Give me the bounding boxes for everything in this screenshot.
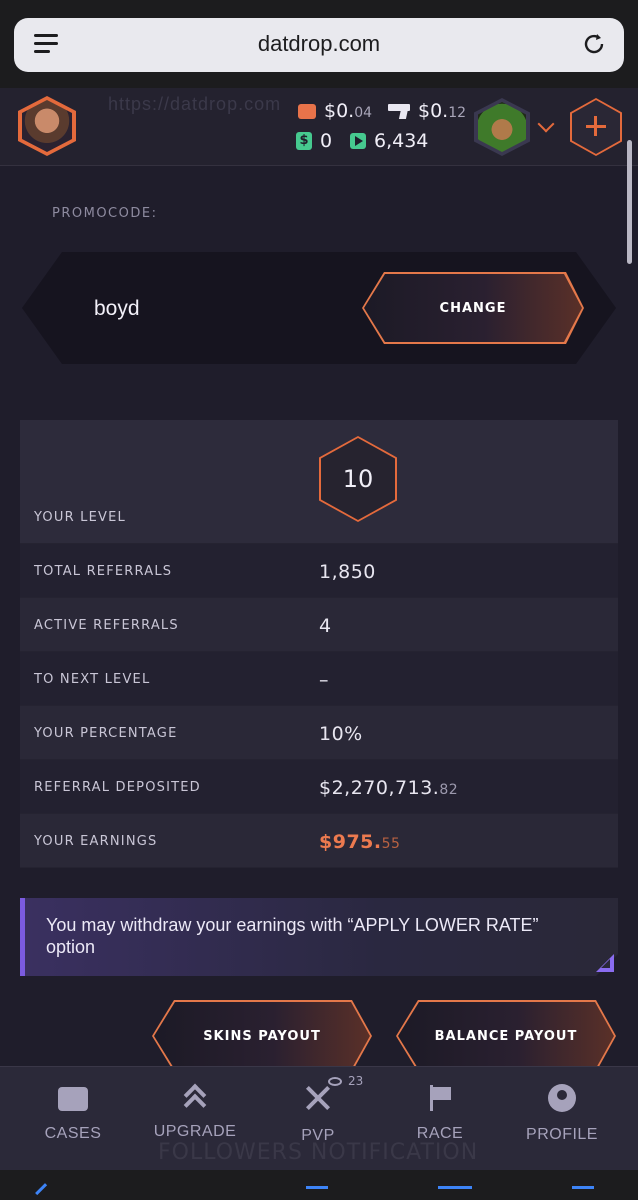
upgrade-icon [183,1083,207,1117]
scrollbar[interactable] [627,140,632,264]
balance-payout-label: BALANCE PAYOUT [398,1002,614,1070]
nav-cases[interactable]: CASES [18,1083,128,1143]
site-logo-avatar[interactable] [18,96,76,156]
share-icon[interactable] [306,1186,328,1200]
nav-label: UPGRADE [153,1123,237,1140]
ghost-url-text: https://datdrop.com [108,94,282,114]
play-icon [350,133,366,149]
stat-row-active-referrals: ACTIVE REFERRALS 4 [20,598,618,652]
race-icon [428,1085,452,1111]
nav-label: PROFILE [526,1126,598,1143]
stat-value: 10% [319,723,363,745]
withdraw-notice-text: You may withdraw your earnings with “APP… [46,915,539,957]
nav-label: CASES [44,1125,102,1142]
skins-payout-button[interactable]: SKINS PAYOUT [152,1000,372,1072]
change-button-label: CHANGE [364,274,582,342]
stat-label: YOUR PERCENTAGE [34,726,178,741]
pvp-viewers: 23 [328,1074,363,1088]
stat-label: ACTIVE REFERRALS [34,618,179,633]
wallet-icon [298,103,316,119]
stat-label: TO NEXT LEVEL [34,672,151,687]
stat-row-next-level: TO NEXT LEVEL – [20,652,618,706]
cash-count: $ 0 [296,130,332,152]
earnings-value: $975.55 [319,831,401,853]
play-count: 6,434 [350,130,428,152]
stat-row-total-referrals: TOTAL REFERRALS 1,850 [20,544,618,598]
nav-upgrade[interactable]: UPGRADE [140,1083,250,1141]
stat-row-referral-deposited: REFERRAL DEPOSITED $2,270,713.82 [20,760,618,814]
gun-icon [388,103,410,119]
address-domain: datdrop.com [257,31,381,56]
change-promocode-button[interactable]: CHANGE [362,272,584,344]
stat-label: TOTAL REFERRALS [34,564,173,579]
stat-value: $2,270,713.82 [319,777,459,799]
nav-race[interactable]: RACE [385,1083,495,1143]
cases-icon [58,1087,88,1111]
skins-payout-label: SKINS PAYOUT [154,1002,370,1070]
skins-balance[interactable]: $0.12 [388,100,466,122]
stat-value: 1,850 [319,561,376,583]
browser-toolbar: datdrop.com [0,0,638,88]
promocode-label: PROMOCODE: [52,206,158,221]
bookmarks-icon[interactable] [438,1186,472,1200]
site-header: https://datdrop.com $0.04 $0.12 $ 0 6,43… [0,88,638,166]
tabs-icon[interactable] [572,1186,594,1200]
corner-triangle-icon [596,954,614,972]
nav-profile[interactable]: PROFILE [507,1083,617,1144]
nav-pvp[interactable]: PVP [263,1083,373,1145]
back-icon[interactable] [35,1183,55,1200]
cash-icon: $ [296,132,312,150]
chevron-down-icon[interactable] [537,115,555,133]
promocode-value: boyd [94,297,140,320]
wallet-balance[interactable]: $0.04 [298,100,372,122]
profile-icon [548,1084,576,1112]
address-bar[interactable]: datdrop.com [14,18,624,72]
level-badge: 10 [319,436,397,522]
stat-label: REFERRAL DEPOSITED [34,780,201,795]
stat-value: 4 [319,615,332,637]
stat-row-earnings: YOUR EARNINGS $975.55 [20,814,618,868]
stat-value: – [319,669,329,691]
eye-icon [328,1076,342,1086]
reload-icon[interactable] [580,30,608,58]
stat-label: YOUR EARNINGS [34,834,158,849]
referral-stats: 10 YOUR LEVEL TOTAL REFERRALS 1,850 ACTI… [20,420,618,868]
browser-bottom-bar [0,1170,638,1200]
ghost-footer-text: FOLLOWERS NOTIFICATION [158,1140,479,1165]
stat-row-level: 10 YOUR LEVEL [20,420,618,544]
stat-row-percentage: YOUR PERCENTAGE 10% [20,706,618,760]
user-avatar[interactable] [474,98,530,156]
balance-payout-button[interactable]: BALANCE PAYOUT [396,1000,616,1072]
add-funds-button[interactable] [570,98,622,156]
stat-label: YOUR LEVEL [34,510,126,525]
